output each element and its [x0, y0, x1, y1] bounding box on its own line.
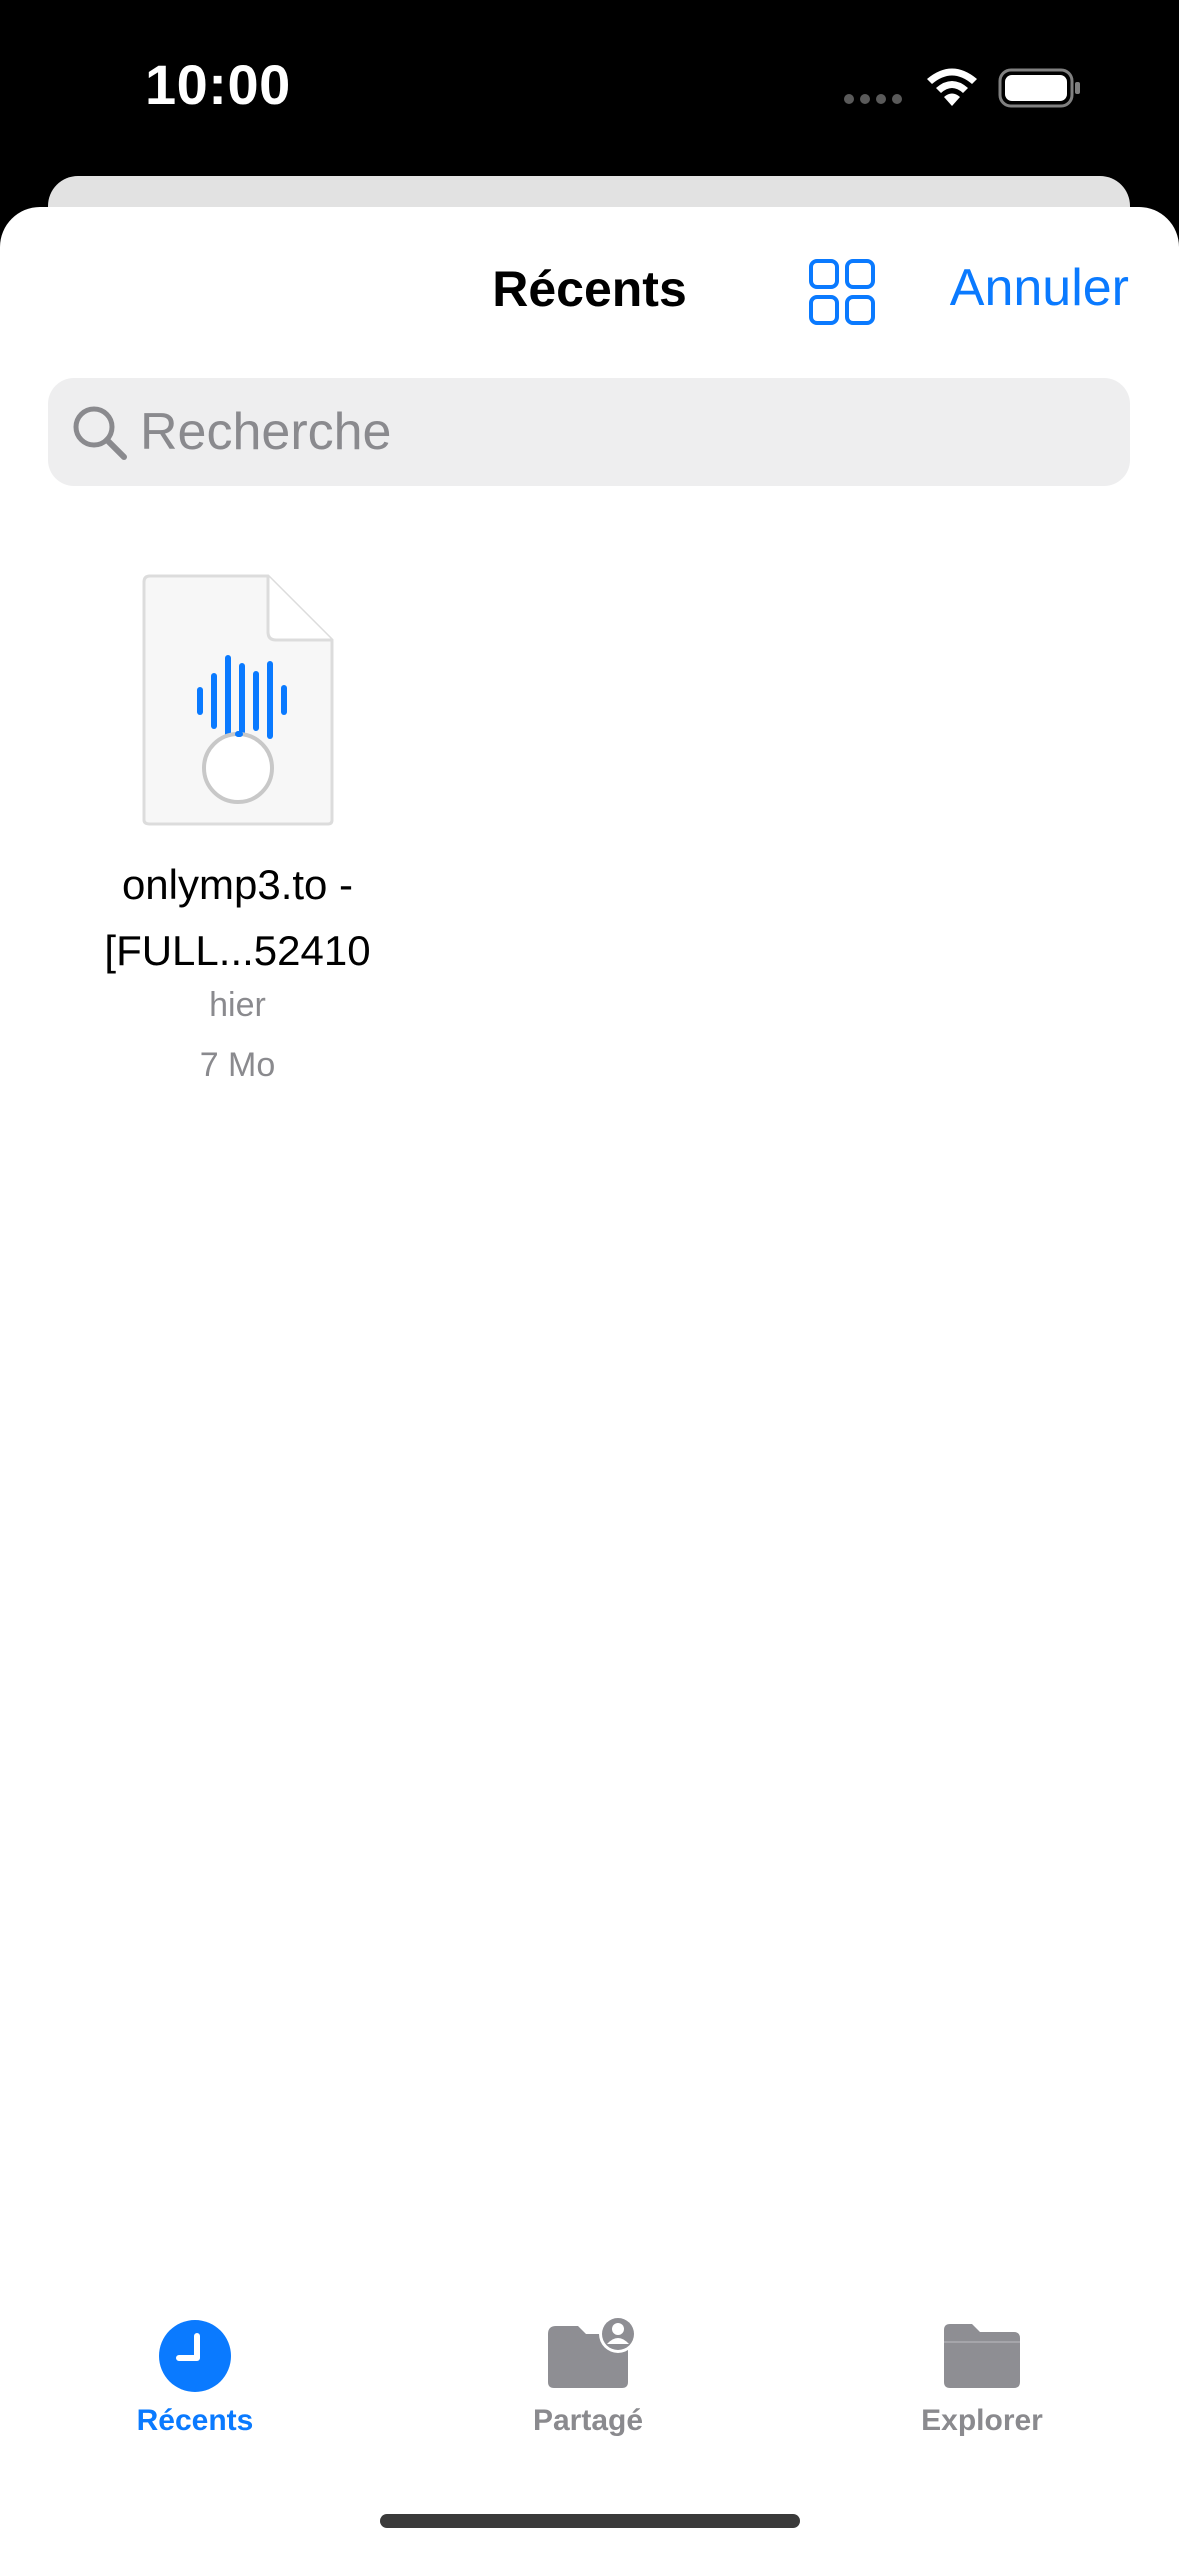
file-name-line-1: onlymp3.to - — [121, 861, 354, 908]
file-size: 7 Mo — [199, 1046, 276, 1084]
tab-recents[interactable]: Récents — [45, 2316, 345, 2456]
tab-label-shared: Partagé — [532, 2404, 644, 2437]
battery-icon — [998, 68, 1080, 108]
grid-icon[interactable] — [808, 258, 876, 326]
tab-explorer[interactable]: Explorer — [832, 2316, 1132, 2456]
wifi-icon — [927, 68, 977, 106]
tab-label-recents: Récents — [136, 2404, 254, 2437]
loading-spinner-icon — [202, 730, 274, 804]
tab-label-explorer: Explorer — [921, 2404, 1043, 2437]
document-picker-sheet — [0, 207, 1179, 2556]
file-name-line-2: [FULL...52410 — [104, 927, 371, 974]
cancel-button[interactable]: Annuler — [950, 258, 1129, 318]
search-bar[interactable] — [48, 378, 1130, 486]
file-name: onlymp3.to - [FULL...52410 — [60, 852, 415, 984]
tab-shared[interactable]: Partagé — [438, 2316, 738, 2456]
home-indicator[interactable] — [380, 2514, 800, 2528]
clock-icon — [159, 2320, 231, 2392]
search-icon — [73, 406, 127, 460]
audio-file-icon — [142, 574, 334, 826]
search-input[interactable] — [140, 378, 1100, 486]
folder-icon — [944, 2324, 1020, 2388]
screen: 10:00 Récents Annuler Recherche onlymp3.… — [0, 0, 1179, 2556]
file-date: hier — [209, 986, 266, 1024]
file-item[interactable]: onlymp3.to - [FULL...52410 hier 7 Mo — [60, 572, 415, 1092]
status-time: 10:00 — [145, 53, 291, 116]
cellular-signal-icon — [844, 94, 902, 104]
shared-folder-icon — [548, 2316, 637, 2388]
